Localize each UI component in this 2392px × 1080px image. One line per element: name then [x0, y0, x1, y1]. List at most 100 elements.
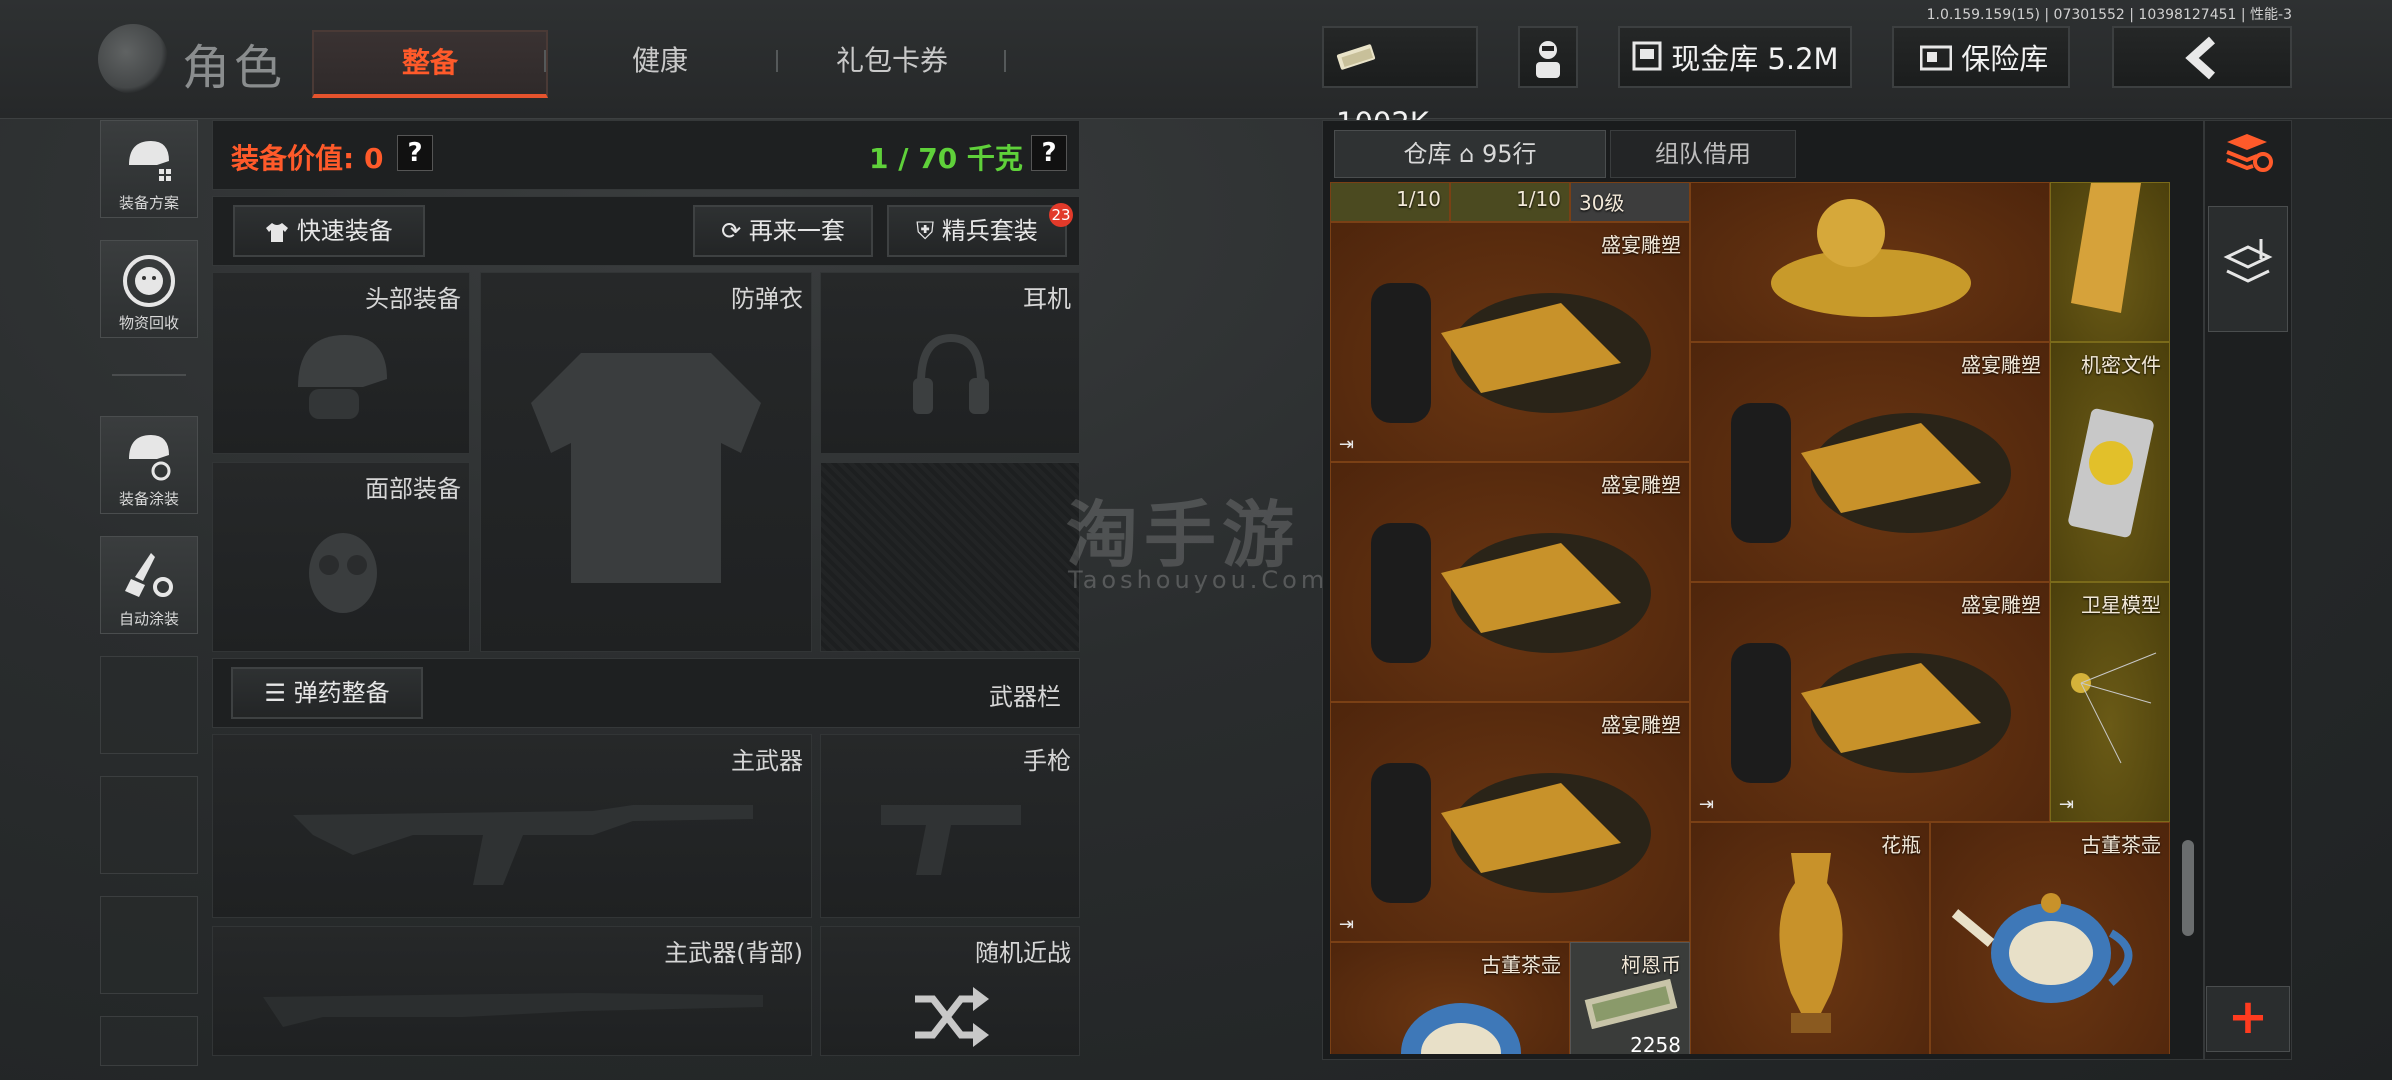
cash-stack-icon: [1584, 979, 1678, 1029]
teapot-item[interactable]: 古董茶壶: [1930, 822, 2170, 1054]
sidebar-empty-slot: [100, 1016, 198, 1066]
add-button[interactable]: +: [2206, 986, 2290, 1052]
tab-gift-coupons[interactable]: 礼包卡券: [792, 30, 992, 92]
vest-silhouette-icon: [531, 353, 761, 583]
gold-bar-item[interactable]: [2050, 182, 2170, 342]
vase-icon: [1779, 853, 1843, 1033]
item-name: 柯恩币: [1621, 953, 1681, 977]
tab-warehouse[interactable]: 仓库 ⌂ 95行: [1334, 130, 1606, 178]
quick-equip-button[interactable]: 快速装备: [233, 205, 425, 257]
item-name: 盛宴雕塑: [1601, 473, 1681, 497]
quick-equip-label: 快速装备: [296, 217, 393, 245]
golden-lion-item[interactable]: [1690, 182, 2050, 342]
refresh-icon: ⟳: [721, 217, 742, 245]
vase-item[interactable]: 花瓶: [1690, 822, 1930, 1054]
teapot-item[interactable]: 古董茶壶: [1330, 942, 1570, 1054]
shuffle-icon: [915, 987, 989, 1047]
elite-badge: 23: [1049, 203, 1073, 227]
disk-icon: [2068, 408, 2154, 538]
equip-again-button[interactable]: ⟳ 再来一套: [693, 205, 873, 257]
back-weapon-slot[interactable]: 主武器(背部): [212, 926, 812, 1056]
gasmask-silhouette-icon: [309, 533, 377, 613]
helmet-paint-icon: [129, 435, 171, 481]
secret-file-item[interactable]: 机密文件: [2050, 342, 2170, 582]
sculpture-item[interactable]: 盛宴雕塑: [1690, 342, 2050, 582]
slot-label: 主武器: [731, 747, 803, 775]
exit-icon: ⇥: [2059, 794, 2075, 815]
item-count: 1/10: [1396, 187, 1441, 211]
shirt-icon: [266, 223, 289, 242]
equip-again-label: 再来一套: [748, 217, 845, 245]
face-slot[interactable]: 面部装备: [212, 462, 470, 652]
vest-slot[interactable]: 防弹衣: [480, 272, 812, 652]
primary-weapon-slot[interactable]: 主武器: [212, 734, 812, 918]
equip-paint-button[interactable]: 装备涂装: [100, 416, 198, 514]
exit-icon: ⇥: [1339, 914, 1355, 935]
item-name: 盛宴雕塑: [1601, 233, 1681, 257]
pistol-slot[interactable]: 手枪: [820, 734, 1080, 918]
melee-slot[interactable]: 随机近战: [820, 926, 1080, 1056]
ammo-bar: ☰ 弹药整备 武器栏: [212, 658, 1080, 728]
satellite-icon: [2071, 652, 2157, 764]
earphone-slot[interactable]: 耳机: [820, 272, 1080, 454]
tab-team-borrow[interactable]: 组队借用: [1610, 130, 1796, 178]
tab-equip[interactable]: 整备: [312, 30, 548, 98]
rifle-back-silhouette-icon: [263, 993, 763, 1027]
vault-icon: [1632, 30, 1662, 92]
page-title: 角色: [182, 40, 287, 96]
agent-icon: [1536, 41, 1560, 78]
warehouse-label: 仓库: [1403, 140, 1452, 168]
sculpture-item[interactable]: 盛宴雕塑: [1330, 462, 1690, 702]
shield-icon: ⛨: [916, 217, 935, 245]
money-display[interactable]: 1002K: [1322, 26, 1478, 140]
partial-item[interactable]: 1/10: [1450, 182, 1570, 222]
weight-help-button[interactable]: ?: [1031, 135, 1067, 171]
sculpture-item[interactable]: 盛宴雕塑 ⇥: [1690, 582, 2050, 822]
agent-button[interactable]: [1518, 26, 1578, 88]
item-name: 古董茶壶: [1481, 953, 1561, 977]
tab-divider: [544, 50, 546, 72]
satellite-item[interactable]: 卫星模型 ⇥: [2050, 582, 2170, 822]
sculpture-item[interactable]: 盛宴雕塑 ⇥: [1330, 702, 1690, 942]
gold-bar-icon: [2071, 183, 2141, 313]
cash-vault-button[interactable]: 现金库 5.2M: [1618, 26, 1852, 88]
head-slot[interactable]: 头部装备: [212, 272, 470, 454]
sidebar-empty-slot: [100, 776, 198, 874]
sort-layers-icon: [2226, 134, 2273, 172]
elite-set-button[interactable]: ⛨ 精兵套装: [887, 205, 1067, 257]
sidebar-item-label: 装备方案: [118, 194, 179, 212]
sort-button[interactable]: [2214, 130, 2282, 190]
safe-icon: [1919, 30, 1953, 92]
elite-set-label: 精兵套装: [941, 217, 1038, 245]
partial-item[interactable]: 30级: [1570, 182, 1690, 222]
sculpture-item[interactable]: 盛宴雕塑 ⇥: [1330, 222, 1690, 462]
equip-action-bar: 快速装备 ⟳ 再来一套 ⛨ 精兵套装 23: [212, 196, 1080, 266]
inventory-scrollbar[interactable]: [2182, 840, 2194, 936]
value-help-button[interactable]: ?: [397, 135, 433, 171]
recycle-face-icon: [123, 255, 175, 307]
coin-item[interactable]: 柯恩币 2258: [1570, 942, 1690, 1054]
item-name: 盛宴雕塑: [1961, 353, 2041, 377]
auto-paint-button[interactable]: 自动涂装: [100, 536, 198, 634]
tab-health[interactable]: 健康: [560, 30, 760, 92]
sidebar-item-label: 装备涂装: [118, 490, 179, 508]
helmet-silhouette-icon: [298, 335, 387, 419]
slot-label: 面部装备: [365, 475, 461, 503]
layer-download-button[interactable]: [2208, 206, 2288, 332]
sculpture-icon: [1731, 643, 2011, 783]
slot-label: 耳机: [1023, 285, 1071, 313]
sculpture-icon: [1371, 283, 1651, 423]
plus-icon: +: [2227, 989, 2269, 1045]
safe-vault-button[interactable]: 保险库: [1892, 26, 2070, 88]
sculpture-icon: [1371, 763, 1651, 903]
home-icon: ⌂: [1459, 140, 1475, 168]
equip-plan-button[interactable]: 装备方案: [100, 120, 198, 218]
recycle-button[interactable]: 物资回收: [100, 240, 198, 338]
warehouse-rows: 95行: [1481, 140, 1537, 168]
partial-item[interactable]: 1/10: [1330, 182, 1450, 222]
ammo-prep-button[interactable]: ☰ 弹药整备: [231, 667, 423, 719]
back-button[interactable]: [2112, 26, 2292, 88]
back-arrow-icon: [2185, 36, 2216, 80]
inventory-grid: 1/10 1/10 30级 盛宴雕塑 ⇥ 盛宴雕塑 盛宴雕塑 ⇥ 盛宴雕塑 盛宴…: [1330, 182, 2170, 1054]
item-name: 卫星模型: [2081, 593, 2161, 617]
